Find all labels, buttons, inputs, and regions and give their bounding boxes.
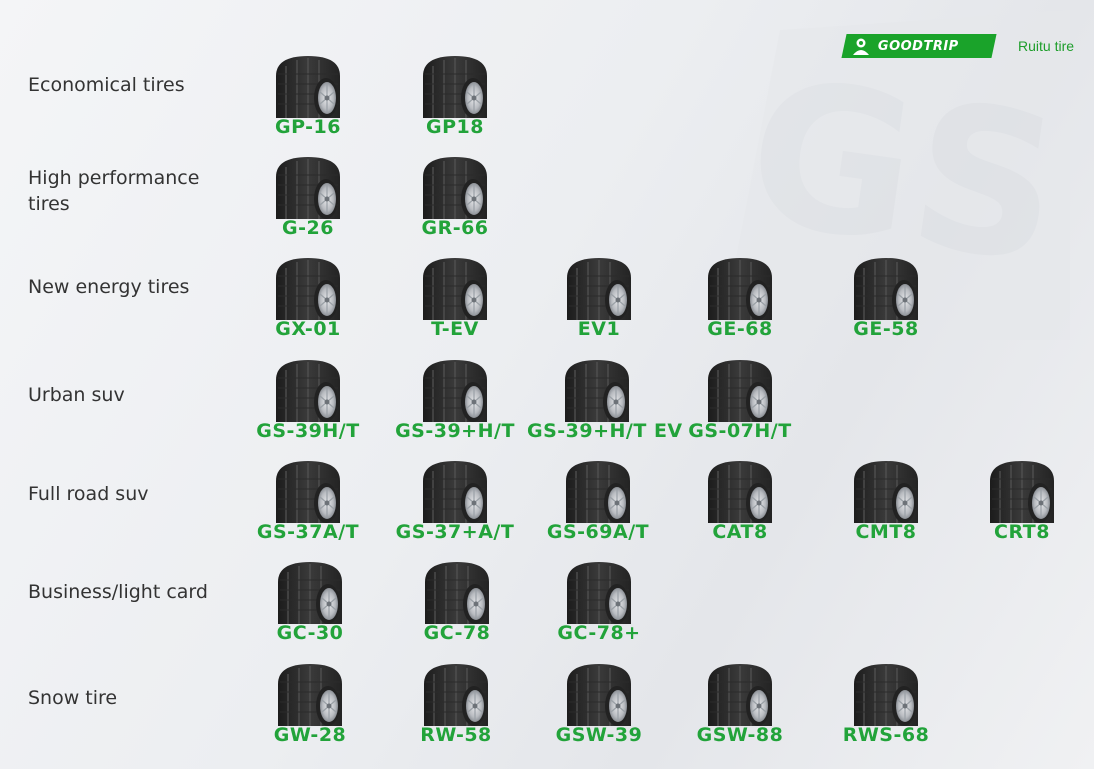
tire-card[interactable]: GSW-39 xyxy=(529,662,669,746)
tire-code: GR-66 xyxy=(421,217,489,239)
tire-code: GE-58 xyxy=(853,318,919,340)
category-label: Business/light card xyxy=(28,581,208,603)
tire-code: GC-78+ xyxy=(557,622,641,644)
tire-card[interactable]: G-26 xyxy=(238,155,378,239)
category-label: Snow tire xyxy=(28,687,118,709)
tire-code: GC-30 xyxy=(276,622,344,644)
tire-card[interactable]: RW-58 xyxy=(386,662,526,746)
tire-image xyxy=(853,663,919,726)
tire-image xyxy=(277,561,343,624)
tire-card[interactable]: GS-37A/T xyxy=(238,459,378,543)
tire-image xyxy=(422,359,488,422)
tire-card[interactable]: GS-39+H/T xyxy=(385,358,525,442)
category-business-light: Business/light card GC-30 GC-78 GC-78+ xyxy=(0,560,1094,660)
tire-image xyxy=(566,663,632,726)
category-label: New energy tires xyxy=(28,276,190,298)
tire-card[interactable]: GS-39H/T xyxy=(238,358,378,442)
tire-image xyxy=(422,55,488,118)
tire-code: EV1 xyxy=(577,318,621,340)
category-urban-suv: Urban suv GS-39H/T GS-39+H/T GS-39+H/T E… xyxy=(0,358,1094,458)
tire-code: GE-68 xyxy=(707,318,773,340)
tire-card[interactable]: GC-30 xyxy=(240,560,380,644)
tire-card[interactable]: GSW-88 xyxy=(670,662,810,746)
tire-code: GP18 xyxy=(426,116,484,138)
tire-code: GSW-39 xyxy=(555,724,643,746)
tire-card[interactable]: RWS-68 xyxy=(816,662,956,746)
tire-card[interactable]: GS-37+A/T xyxy=(385,459,525,543)
tire-image xyxy=(707,359,773,422)
category-label: High performance tires xyxy=(28,167,200,215)
tire-card[interactable]: GE-68 xyxy=(670,256,810,340)
tire-card[interactable]: GP-16 xyxy=(238,54,378,138)
tire-code: G-26 xyxy=(282,217,334,239)
tire-card[interactable]: EV1 xyxy=(529,256,669,340)
category-label: Urban suv xyxy=(28,384,125,406)
tire-code: GC-78 xyxy=(423,622,491,644)
category-full-road-suv: Full road suv GS-37A/T GS-37+A/T GS-69A/… xyxy=(0,459,1094,559)
tire-code: GP-16 xyxy=(274,116,341,138)
tire-code: GS-37A/T xyxy=(256,521,360,543)
tire-image xyxy=(565,460,631,523)
tire-image xyxy=(275,460,341,523)
tire-image xyxy=(422,156,488,219)
category-economical: Economical tires GP-16 GP18 xyxy=(0,54,1094,154)
tire-code: GS-39+H/T EV xyxy=(527,420,683,442)
tire-card[interactable]: GX-01 xyxy=(238,256,378,340)
tire-image xyxy=(424,561,490,624)
tire-image xyxy=(423,663,489,726)
tire-card[interactable]: GW-28 xyxy=(240,662,380,746)
tire-code: CRT8 xyxy=(994,521,1050,543)
tire-code: RWS-68 xyxy=(842,724,930,746)
tire-card[interactable]: T-EV xyxy=(385,256,525,340)
tire-image xyxy=(707,460,773,523)
tire-code: GSW-88 xyxy=(696,724,784,746)
brand-name: Ruitu tire xyxy=(1018,38,1075,54)
tire-code: RW-58 xyxy=(420,724,492,746)
tire-card[interactable]: GR-66 xyxy=(385,155,525,239)
tire-code: T-EV xyxy=(431,318,479,340)
tire-code: CMT8 xyxy=(855,521,917,543)
tire-image xyxy=(275,257,341,320)
tire-image xyxy=(853,460,919,523)
tire-card[interactable]: GE-58 xyxy=(816,256,956,340)
tire-image xyxy=(275,359,341,422)
tire-card[interactable]: CRT8 xyxy=(952,459,1092,543)
tire-image xyxy=(853,257,919,320)
tire-code: GS-69A/T xyxy=(546,521,650,543)
tire-image xyxy=(422,257,488,320)
category-new-energy: New energy tires GX-01 T-EV EV1 GE-68 GE… xyxy=(0,256,1094,356)
tire-image xyxy=(566,561,632,624)
tire-image xyxy=(707,257,773,320)
tire-code: GW-28 xyxy=(273,724,347,746)
mascot-icon xyxy=(853,38,869,55)
tire-code: GS-07H/T xyxy=(688,420,792,442)
tire-image xyxy=(564,359,630,422)
tire-code: GX-01 xyxy=(275,318,341,340)
logo-wordmark: GOODTRIP xyxy=(878,38,959,54)
tire-image xyxy=(275,156,341,219)
tire-image xyxy=(275,55,341,118)
tire-code: GS-37+A/T xyxy=(395,521,515,543)
tire-code: CAT8 xyxy=(712,521,768,543)
tire-card[interactable]: GS-69A/T xyxy=(528,459,668,543)
tire-image xyxy=(707,663,773,726)
tire-code: GS-39H/T xyxy=(256,420,360,442)
category-label: Economical tires xyxy=(28,74,185,96)
category-snow: Snow tire GW-28 RW-58 GSW-39 GSW-88 RWS-… xyxy=(0,662,1094,762)
tire-card[interactable]: GS-39+H/T EV xyxy=(527,358,683,442)
tire-card[interactable]: GC-78+ xyxy=(529,560,669,644)
tire-card[interactable]: GP18 xyxy=(385,54,525,138)
tire-image xyxy=(277,663,343,726)
category-high-performance: High performance tires G-26 GR-66 xyxy=(0,155,1094,255)
tire-image xyxy=(989,460,1055,523)
tire-card[interactable]: CAT8 xyxy=(670,459,810,543)
tire-card[interactable]: CMT8 xyxy=(816,459,956,543)
tire-image xyxy=(422,460,488,523)
tire-code: GS-39+H/T xyxy=(395,420,515,442)
category-label: Full road suv xyxy=(28,483,149,505)
tire-image xyxy=(566,257,632,320)
tire-card[interactable]: GC-78 xyxy=(387,560,527,644)
tire-card[interactable]: GS-07H/T xyxy=(670,358,810,442)
